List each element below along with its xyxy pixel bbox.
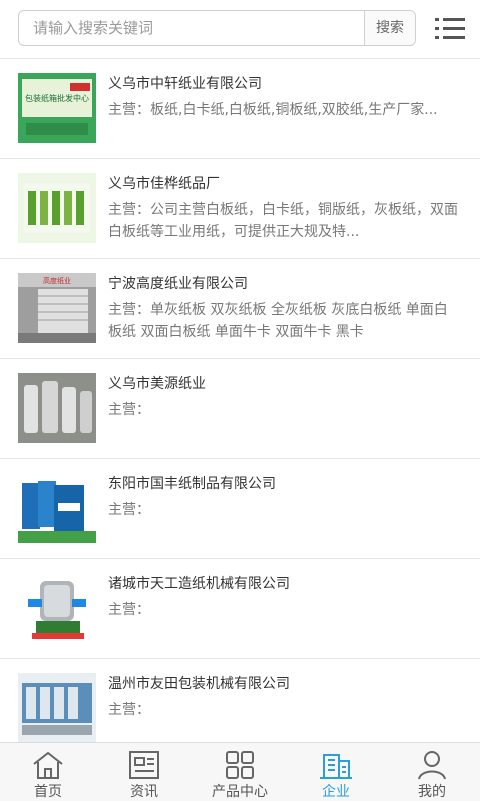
search-box: 搜索 [18, 10, 416, 46]
news-icon [129, 751, 159, 779]
company-desc: 主营：单灰纸板 双灰纸板 全灰纸板 灰底白板纸 单面白板纸 双面白板纸 单面牛卡… [108, 302, 448, 340]
company-name[interactable]: 义乌市佳桦纸品厂 [108, 173, 220, 193]
tab-news[interactable]: 资讯 [96, 743, 192, 801]
company-thumbnail [18, 573, 96, 643]
home-icon [33, 751, 63, 779]
company-desc: 主营： [108, 502, 150, 518]
list-menu-icon[interactable] [433, 14, 467, 44]
search-input[interactable] [19, 11, 367, 45]
company-thumbnail [18, 673, 96, 743]
company-item[interactable]: 包装纸箱批发中心 义乌市中轩纸业有限公司 主营：板纸,白卡纸,白板纸,铜板纸,双… [0, 59, 480, 159]
tab-label: 我的 [418, 784, 446, 800]
company-desc: 主营：板纸,白卡纸,白板纸,铜板纸,双胶纸,生产厂家... [108, 102, 438, 118]
company-item[interactable]: 义乌市美源纸业 主营： [0, 359, 480, 459]
company-desc: 主营： [108, 402, 150, 418]
company-desc: 主营： [108, 702, 150, 718]
tab-label: 资讯 [130, 784, 158, 800]
top-bar: 搜索 [0, 0, 480, 59]
tab-home[interactable]: 首页 [0, 743, 96, 801]
company-thumbnail: 高度纸业 [18, 273, 96, 343]
building-icon [320, 754, 352, 779]
bottom-tab-bar: 首页 资讯 产品中心 企业 我的 [0, 742, 480, 801]
tab-label: 首页 [34, 784, 62, 800]
company-list: 包装纸箱批发中心 义乌市中轩纸业有限公司 主营：板纸,白卡纸,白板纸,铜板纸,双… [0, 59, 480, 759]
tab-products[interactable]: 产品中心 [192, 743, 288, 801]
search-button[interactable]: 搜索 [364, 11, 415, 45]
user-icon [418, 751, 446, 780]
company-thumbnail: 包装纸箱批发中心 [18, 73, 96, 143]
tab-label: 企业 [322, 784, 350, 800]
thumb-caption: 包装纸箱批发中心 [25, 93, 89, 103]
company-item[interactable]: 东阳市国丰纸制品有限公司 主营： [0, 459, 480, 559]
company-thumbnail [18, 173, 96, 243]
company-thumbnail [18, 473, 96, 543]
grid-icon [226, 751, 254, 779]
tab-label: 产品中心 [212, 784, 268, 800]
company-name[interactable]: 诸城市天工造纸机械有限公司 [108, 573, 290, 593]
company-desc: 主营：公司主营白板纸，白卡纸，铜版纸，灰板纸，双面白板纸等工业用纸，可提供正大规… [108, 202, 458, 240]
company-name[interactable]: 东阳市国丰纸制品有限公司 [108, 473, 276, 493]
company-name[interactable]: 义乌市美源纸业 [108, 373, 206, 393]
company-desc: 主营： [108, 602, 150, 618]
company-thumbnail [18, 373, 96, 443]
company-name[interactable]: 义乌市中轩纸业有限公司 [108, 73, 262, 93]
tab-profile[interactable]: 我的 [384, 743, 480, 801]
company-item[interactable]: 诸城市天工造纸机械有限公司 主营： [0, 559, 480, 659]
company-item[interactable]: 义乌市佳桦纸品厂 主营：公司主营白板纸，白卡纸，铜版纸，灰板纸，双面白板纸等工业… [0, 159, 480, 259]
thumb-caption: 高度纸业 [43, 276, 71, 285]
company-name[interactable]: 温州市友田包装机械有限公司 [108, 673, 290, 693]
company-item[interactable]: 高度纸业 宁波高度纸业有限公司 主营：单灰纸板 双灰纸板 全灰纸板 灰底白板纸 … [0, 259, 480, 359]
tab-enterprise[interactable]: 企业 [288, 743, 384, 801]
company-name[interactable]: 宁波高度纸业有限公司 [108, 273, 248, 293]
